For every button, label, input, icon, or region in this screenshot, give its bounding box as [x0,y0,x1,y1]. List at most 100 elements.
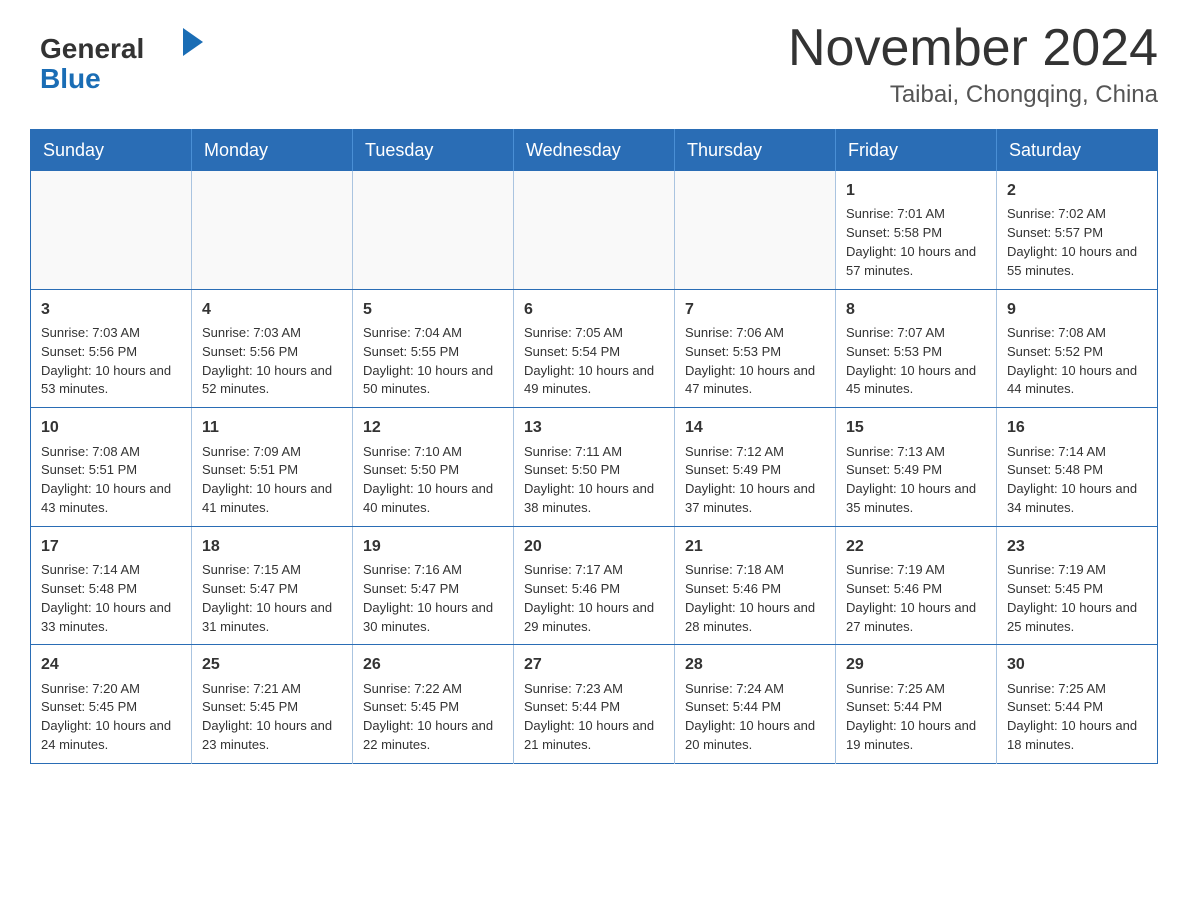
calendar-cell: 3Sunrise: 7:03 AM Sunset: 5:56 PM Daylig… [31,289,192,408]
calendar-cell: 7 Sunrise: 7:06 AM Sunset: 5:53 PM Daylig… [675,289,836,408]
day-number: 7 [685,298,825,321]
day-info: Sunrise: 7:02 AM Sunset: 5:57 PM Dayligh… [1007,205,1147,280]
day-info: Sunrise: 7:03 AM Sunset: 5:56 PM Dayligh… [202,324,342,399]
header-tuesday: Tuesday [353,130,514,172]
calendar-cell: 4 Sunrise: 7:03 AM Sunset: 5:56 PM Daylig… [192,289,353,408]
day-info: Sunrise: 7:07 AM Sunset: 5:53 PM Dayligh… [846,324,986,399]
calendar-cell: 11 Sunrise: 7:09 AM Sunset: 5:51 PM Dayli… [192,408,353,527]
svg-text:Blue: Blue [40,63,101,94]
day-info: Sunrise: 7:12 AM Sunset: 5:49 PM Dayligh… [685,443,825,518]
calendar-week-4: 17Sunrise: 7:14 AM Sunset: 5:48 PM Dayli… [31,526,1158,645]
day-info: Sunrise: 7:11 AM Sunset: 5:50 PM Dayligh… [524,443,664,518]
calendar-cell: 23 Sunrise: 7:19 AM Sunset: 5:45 PM Dayli… [997,526,1158,645]
day-info: Sunrise: 7:23 AM Sunset: 5:44 PM Dayligh… [524,680,664,755]
day-number: 13 [524,416,664,439]
day-info: Sunrise: 7:01 AM Sunset: 5:58 PM Dayligh… [846,205,986,280]
day-number: 8 [846,298,986,321]
day-info: Sunrise: 7:25 AM Sunset: 5:44 PM Dayligh… [1007,680,1147,755]
day-number: 10 [41,416,181,439]
day-number: 27 [524,653,664,676]
day-info: Sunrise: 7:19 AM Sunset: 5:45 PM Dayligh… [1007,561,1147,636]
day-info: Sunrise: 7:06 AM Sunset: 5:53 PM Dayligh… [685,324,825,399]
page-header: General Blue November 2024 Taibai, Chong… [30,20,1158,109]
day-number: 15 [846,416,986,439]
calendar-cell: 24Sunrise: 7:20 AM Sunset: 5:45 PM Dayli… [31,645,192,764]
calendar-cell: 21 Sunrise: 7:18 AM Sunset: 5:46 PM Dayli… [675,526,836,645]
day-info: Sunrise: 7:19 AM Sunset: 5:46 PM Dayligh… [846,561,986,636]
calendar-cell: 16 Sunrise: 7:14 AM Sunset: 5:48 PM Dayli… [997,408,1158,527]
logo-area: General Blue [30,20,215,100]
calendar-week-1: 1 Sunrise: 7:01 AM Sunset: 5:58 PM Daylig… [31,171,1158,289]
day-number: 12 [363,416,503,439]
day-info: Sunrise: 7:17 AM Sunset: 5:46 PM Dayligh… [524,561,664,636]
weekday-header-row: Sunday Monday Tuesday Wednesday Thursday… [31,130,1158,172]
day-info: Sunrise: 7:08 AM Sunset: 5:52 PM Dayligh… [1007,324,1147,399]
day-number: 26 [363,653,503,676]
calendar-cell: 26 Sunrise: 7:22 AM Sunset: 5:45 PM Dayli… [353,645,514,764]
calendar-cell: 25 Sunrise: 7:21 AM Sunset: 5:45 PM Dayli… [192,645,353,764]
day-info: Sunrise: 7:18 AM Sunset: 5:46 PM Dayligh… [685,561,825,636]
calendar-week-2: 3 Sunrise: 7:03 AM Sunset: 5:56 PM Daylig… [31,289,1158,408]
day-number: 21 [685,535,825,558]
calendar-cell: 15Sunrise: 7:13 AM Sunset: 5:49 PM Dayli… [836,408,997,527]
calendar-cell: 19 Sunrise: 7:16 AM Sunset: 5:47 PM Dayli… [353,526,514,645]
day-number: 25 [202,653,342,676]
calendar-cell: 29Sunrise: 7:25 AM Sunset: 5:44 PM Dayli… [836,645,997,764]
calendar-cell: 1 Sunrise: 7:01 AM Sunset: 5:58 PM Daylig… [836,171,997,289]
day-info: Sunrise: 7:22 AM Sunset: 5:45 PM Dayligh… [363,680,503,755]
header-sunday: Sunday [31,130,192,172]
calendar-cell: 17Sunrise: 7:14 AM Sunset: 5:48 PM Dayli… [31,526,192,645]
header-monday: Monday [192,130,353,172]
calendar-table: Sunday Monday Tuesday Wednesday Thursday… [30,129,1158,764]
logo: General Blue [30,20,215,100]
day-number: 28 [685,653,825,676]
calendar-cell: 12 Sunrise: 7:10 AM Sunset: 5:50 PM Dayli… [353,408,514,527]
day-number: 14 [685,416,825,439]
location-title: Taibai, Chongqing, China [788,81,1158,109]
day-info: Sunrise: 7:14 AM Sunset: 5:48 PM Dayligh… [1007,443,1147,518]
calendar-cell: 8 Sunrise: 7:07 AM Sunset: 5:53 PM Daylig… [836,289,997,408]
calendar-cell: 9Sunrise: 7:08 AM Sunset: 5:52 PM Daylig… [997,289,1158,408]
title-area: November 2024 Taibai, Chongqing, China [788,20,1158,109]
calendar-cell: 14 Sunrise: 7:12 AM Sunset: 5:49 PM Dayli… [675,408,836,527]
svg-text:General: General [40,33,144,64]
day-number: 17 [41,535,181,558]
day-info: Sunrise: 7:09 AM Sunset: 5:51 PM Dayligh… [202,443,342,518]
day-number: 16 [1007,416,1147,439]
calendar-cell: 22 Sunrise: 7:19 AM Sunset: 5:46 PM Dayli… [836,526,997,645]
calendar-cell [514,171,675,289]
day-number: 5 [363,298,503,321]
calendar-cell: 2 Sunrise: 7:02 AM Sunset: 5:57 PM Daylig… [997,171,1158,289]
header-thursday: Thursday [675,130,836,172]
day-info: Sunrise: 7:21 AM Sunset: 5:45 PM Dayligh… [202,680,342,755]
day-info: Sunrise: 7:04 AM Sunset: 5:55 PM Dayligh… [363,324,503,399]
header-friday: Friday [836,130,997,172]
day-number: 1 [846,179,986,202]
day-number: 22 [846,535,986,558]
calendar-cell: 20Sunrise: 7:17 AM Sunset: 5:46 PM Dayli… [514,526,675,645]
day-info: Sunrise: 7:10 AM Sunset: 5:50 PM Dayligh… [363,443,503,518]
day-number: 11 [202,416,342,439]
calendar-cell: 13 Sunrise: 7:11 AM Sunset: 5:50 PM Dayli… [514,408,675,527]
calendar-week-5: 24Sunrise: 7:20 AM Sunset: 5:45 PM Dayli… [31,645,1158,764]
day-number: 18 [202,535,342,558]
day-number: 2 [1007,179,1147,202]
calendar-cell [353,171,514,289]
calendar-cell [192,171,353,289]
day-info: Sunrise: 7:16 AM Sunset: 5:47 PM Dayligh… [363,561,503,636]
calendar-week-3: 10Sunrise: 7:08 AM Sunset: 5:51 PM Dayli… [31,408,1158,527]
day-number: 24 [41,653,181,676]
calendar-cell: 5 Sunrise: 7:04 AM Sunset: 5:55 PM Daylig… [353,289,514,408]
header-wednesday: Wednesday [514,130,675,172]
day-number: 6 [524,298,664,321]
calendar-cell: 6Sunrise: 7:05 AM Sunset: 5:54 PM Daylig… [514,289,675,408]
day-number: 30 [1007,653,1147,676]
calendar-cell: 10Sunrise: 7:08 AM Sunset: 5:51 PM Dayli… [31,408,192,527]
day-info: Sunrise: 7:24 AM Sunset: 5:44 PM Dayligh… [685,680,825,755]
day-number: 23 [1007,535,1147,558]
calendar-cell: 30 Sunrise: 7:25 AM Sunset: 5:44 PM Dayli… [997,645,1158,764]
day-number: 19 [363,535,503,558]
calendar-cell: 18Sunrise: 7:15 AM Sunset: 5:47 PM Dayli… [192,526,353,645]
day-number: 4 [202,298,342,321]
day-number: 3 [41,298,181,321]
